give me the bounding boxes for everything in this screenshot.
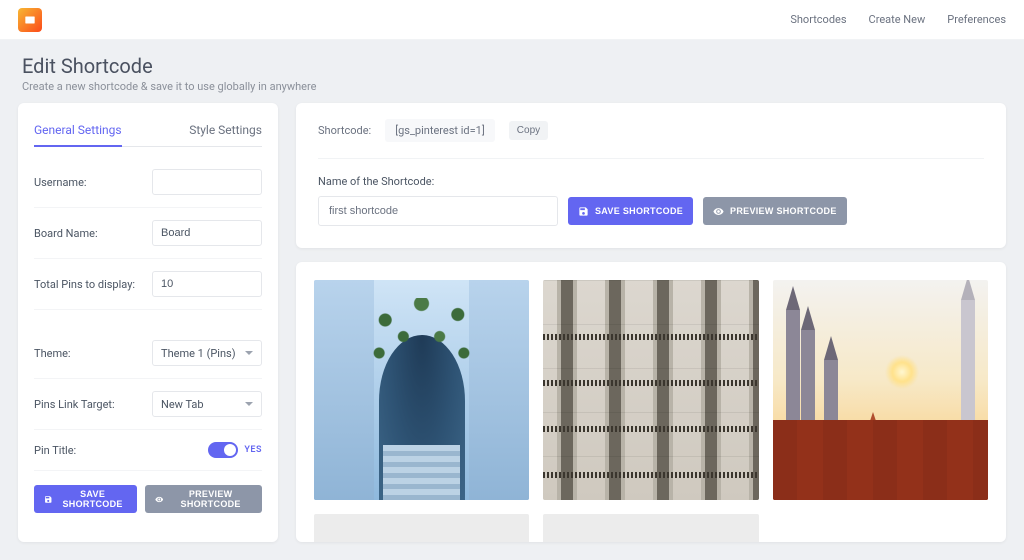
label-total: Total Pins to display: — [34, 278, 142, 291]
pin-thumbnail[interactable] — [543, 514, 758, 542]
row-theme: Theme: Theme 1 (Pins) — [34, 328, 262, 379]
shortcode-panel: Shortcode: [gs_pinterest id=1] Copy Name… — [296, 103, 1006, 248]
page-subtitle: Create a new shortcode & save it to use … — [22, 80, 1002, 93]
pin-thumbnail[interactable] — [314, 280, 529, 500]
nav-shortcodes[interactable]: Shortcodes — [790, 13, 846, 26]
save-button-right[interactable]: SAVE SHORTCODE — [568, 197, 693, 225]
save-icon — [578, 206, 589, 217]
label-username: Username: — [34, 176, 142, 189]
select-target[interactable]: New Tab — [152, 391, 262, 417]
toggle-pintitle-state: YES — [244, 445, 262, 455]
input-shortcode-name[interactable] — [318, 196, 558, 226]
save-icon — [44, 494, 53, 505]
label-target: Pins Link Target: — [34, 398, 142, 411]
row-target: Pins Link Target: New Tab — [34, 379, 262, 430]
chevron-down-icon — [245, 402, 253, 406]
eye-icon — [713, 206, 724, 217]
pin-thumbnail[interactable] — [543, 280, 758, 500]
nav-create-new[interactable]: Create New — [869, 13, 926, 26]
row-pintitle: Pin Title: YES — [34, 430, 262, 471]
page-header: Edit Shortcode Create a new shortcode & … — [0, 40, 1024, 103]
save-button-right-label: SAVE SHORTCODE — [595, 206, 683, 216]
tab-style[interactable]: Style Settings — [189, 117, 262, 146]
preview-button-left[interactable]: PREVIEW SHORTCODE — [145, 485, 262, 513]
copy-button[interactable]: Copy — [509, 121, 548, 140]
select-target-value: New Tab — [161, 398, 204, 411]
pin-thumbnail[interactable] — [773, 280, 988, 500]
top-nav: Shortcodes Create New Preferences — [790, 13, 1006, 26]
eye-icon — [155, 494, 164, 505]
select-theme[interactable]: Theme 1 (Pins) — [152, 340, 262, 366]
logo-icon — [23, 13, 37, 27]
shortcode-name-label: Name of the Shortcode: — [318, 175, 984, 188]
shortcode-label: Shortcode: — [318, 124, 371, 137]
topbar: Shortcodes Create New Preferences — [0, 0, 1024, 40]
select-theme-value: Theme 1 (Pins) — [161, 347, 236, 360]
preview-button-right[interactable]: PREVIEW SHORTCODE — [703, 197, 847, 225]
tab-general[interactable]: General Settings — [34, 117, 122, 147]
preview-panel[interactable] — [296, 262, 1006, 542]
label-theme: Theme: — [34, 347, 142, 360]
chevron-down-icon — [245, 351, 253, 355]
toggle-pintitle[interactable] — [208, 442, 238, 458]
input-board[interactable] — [152, 220, 262, 246]
preview-button-left-label: PREVIEW SHORTCODE — [169, 489, 252, 509]
nav-preferences[interactable]: Preferences — [947, 13, 1006, 26]
row-board: Board Name: — [34, 208, 262, 259]
pins-grid — [314, 280, 988, 542]
label-board: Board Name: — [34, 227, 142, 240]
row-username: Username: — [34, 157, 262, 208]
input-total[interactable] — [152, 271, 262, 297]
shortcode-line: Shortcode: [gs_pinterest id=1] Copy — [318, 119, 984, 159]
settings-tabs: General Settings Style Settings — [34, 117, 262, 147]
row-total: Total Pins to display: — [34, 259, 262, 310]
save-button-left-label: SAVE SHORTCODE — [59, 489, 127, 509]
label-pintitle: Pin Title: — [34, 444, 142, 457]
save-button-left[interactable]: SAVE SHORTCODE — [34, 485, 137, 513]
settings-panel: General Settings Style Settings Username… — [18, 103, 278, 542]
app-logo — [18, 8, 42, 32]
shortcode-code: [gs_pinterest id=1] — [385, 119, 495, 142]
page-title: Edit Shortcode — [22, 54, 1002, 78]
input-username[interactable] — [152, 169, 262, 195]
pin-thumbnail[interactable] — [314, 514, 529, 542]
preview-button-right-label: PREVIEW SHORTCODE — [730, 206, 837, 216]
